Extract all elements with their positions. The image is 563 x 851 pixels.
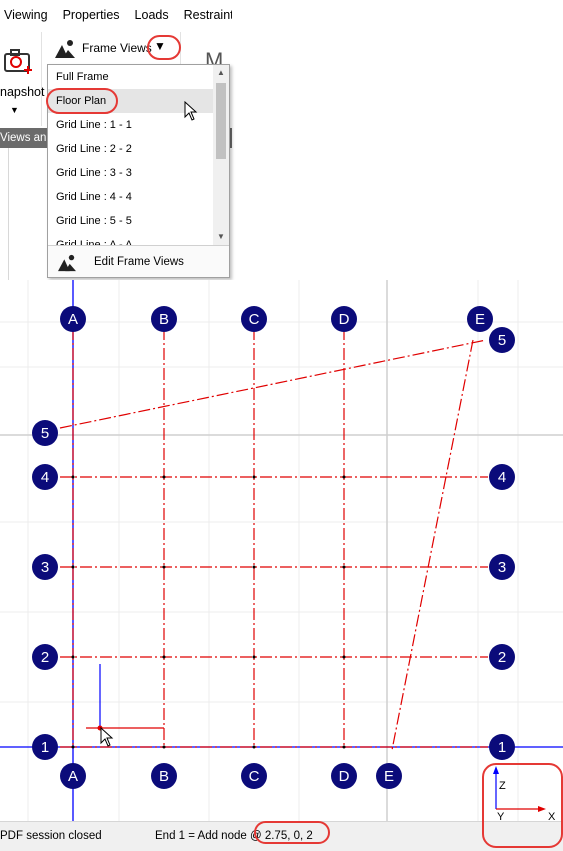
- column-bubbles-top: A B C D E: [60, 306, 493, 332]
- menu-loads[interactable]: Loads: [131, 0, 180, 30]
- list-item[interactable]: Grid Line : 4 - 4: [48, 185, 214, 209]
- callout-floor-plan: [46, 88, 118, 114]
- app-window: Viewing Properties Loads Restraint napsh…: [0, 0, 563, 851]
- list-item[interactable]: Grid Line : 2 - 2: [48, 137, 214, 161]
- floor-plan-drawing[interactable]: A B C D E A B C D E 5 4 3 2 1 5 4 3 2 1 …: [0, 280, 563, 821]
- grid-bubble-label: 5: [41, 425, 49, 442]
- ribbon-divider: [41, 32, 42, 126]
- menu-bar: Viewing Properties Loads Restraint: [0, 0, 232, 30]
- grid-bubble-label: A: [68, 768, 78, 785]
- list-item[interactable]: Full Frame: [48, 65, 214, 89]
- scrollbar-thumb[interactable]: [216, 83, 226, 159]
- grid-bubble-label: B: [159, 768, 169, 785]
- gridline-E: [391, 339, 474, 751]
- gridlines: [59, 328, 488, 751]
- mountain-image-icon: [55, 40, 75, 58]
- snapshot-button[interactable]: napshot: [0, 85, 44, 99]
- grid-bubble-label: 1: [498, 739, 506, 756]
- column-bubbles-bottom: A B C D E: [60, 763, 402, 789]
- menu-viewing[interactable]: Viewing: [0, 0, 59, 30]
- grid-bubble-label: A: [68, 311, 78, 328]
- callout-axis-triad: [482, 763, 563, 848]
- grid-bubble-label: 3: [498, 559, 506, 576]
- list-item[interactable]: Grid Line : A - A: [48, 233, 214, 245]
- edit-frame-views-label: Edit Frame Views: [94, 256, 184, 268]
- grid-bubble-label: 4: [498, 469, 506, 486]
- scroll-down-icon[interactable]: ▼: [213, 229, 229, 245]
- mouse-pointer-icon: [184, 101, 198, 121]
- chevron-down-icon[interactable]: ▼: [10, 105, 19, 115]
- status-message: PDF session closed: [0, 830, 102, 842]
- list-item[interactable]: Grid Line : 3 - 3: [48, 161, 214, 185]
- major-grid: [0, 280, 563, 821]
- callout-frame-views-caret: [147, 35, 181, 60]
- scroll-up-icon[interactable]: ▲: [213, 65, 229, 81]
- row-bubbles-left: 5 4 3 2 1: [32, 420, 58, 760]
- frame-views-button[interactable]: Frame Views: [82, 41, 152, 55]
- grid-bubble-label: B: [159, 311, 169, 328]
- grid-bubble-label: 2: [498, 649, 506, 666]
- grid-bubble-label: E: [475, 311, 485, 328]
- grid-bubble-label: 5: [498, 332, 506, 349]
- grid-bubble-label: 3: [41, 559, 49, 576]
- grid-bubble-label: D: [339, 311, 350, 328]
- scrollbar[interactable]: ▲ ▼: [213, 65, 229, 245]
- edit-frame-views-button[interactable]: Edit Frame Views: [48, 245, 229, 277]
- mountain-image-icon: [58, 254, 76, 272]
- mouse-pointer-icon: [100, 726, 114, 747]
- list-item[interactable]: Grid Line : 5 - 5: [48, 209, 214, 233]
- background-grid: [0, 280, 563, 821]
- menu-properties[interactable]: Properties: [59, 0, 131, 30]
- grid-bubble-label: D: [339, 768, 350, 785]
- camera-icon[interactable]: [3, 48, 33, 74]
- callout-coordinates: [254, 821, 330, 844]
- grid-bubble-label: 4: [41, 469, 49, 486]
- grid-bubble-label: E: [384, 768, 394, 785]
- frame-canvas[interactable]: A B C D E A B C D E 5 4 3 2 1 5 4 3 2 1 …: [0, 280, 563, 821]
- menu-restraints[interactable]: Restraint: [180, 0, 232, 30]
- grid-bubble-label: 1: [41, 739, 49, 756]
- grid-bubble-label: 2: [41, 649, 49, 666]
- gridline-5: [59, 339, 487, 429]
- grid-bubble-label: C: [249, 768, 260, 785]
- row-bubbles-right: 5 4 3 2 1: [489, 327, 515, 760]
- grid-bubble-label: C: [249, 311, 260, 328]
